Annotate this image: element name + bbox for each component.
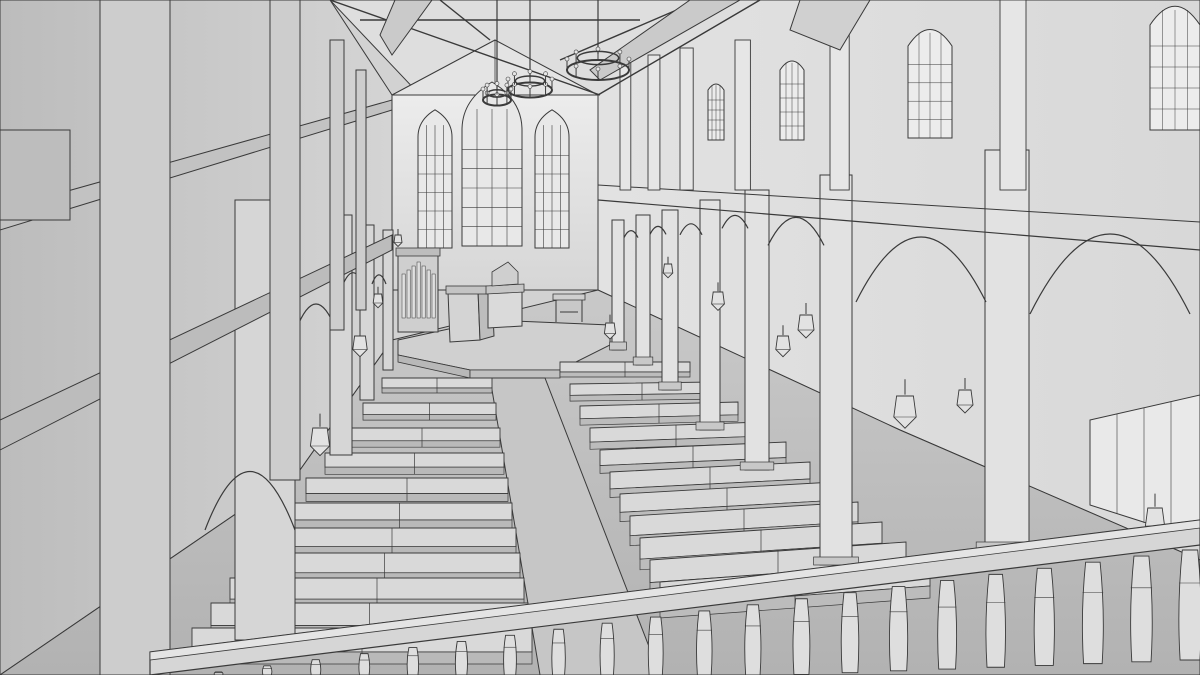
- baluster: [792, 598, 811, 675]
- altar: [485, 261, 525, 329]
- pew: [569, 381, 715, 402]
- clerestory-window: [779, 60, 805, 141]
- organ-pipe: [421, 265, 426, 319]
- column: [699, 199, 721, 431]
- clerestory-window: [1149, 5, 1200, 131]
- pier-block: [0, 129, 71, 221]
- pew: [324, 452, 505, 475]
- pilaster: [999, 0, 1027, 191]
- pew: [362, 402, 497, 421]
- pew: [343, 427, 501, 448]
- baluster: [696, 610, 713, 675]
- baluster: [937, 580, 958, 670]
- pew: [267, 527, 517, 556]
- pilaster: [647, 54, 661, 191]
- organ-pipe: [431, 273, 436, 319]
- baluster: [406, 647, 420, 675]
- pier: [329, 39, 345, 331]
- column-base: [609, 341, 627, 351]
- baluster: [1130, 555, 1153, 663]
- clerestory-window: [907, 29, 953, 139]
- pipe-organ: [395, 247, 441, 333]
- baluster: [310, 659, 322, 675]
- pulpit: [445, 285, 495, 343]
- column-base: [632, 356, 654, 366]
- column-base: [739, 461, 775, 471]
- baluster: [551, 628, 566, 675]
- baluster: [503, 634, 517, 675]
- pilaster: [734, 39, 751, 191]
- pew: [286, 502, 513, 529]
- pier: [355, 69, 367, 311]
- organ-pipe: [401, 273, 406, 319]
- apse-window: [534, 109, 570, 249]
- clerestory-window: [707, 83, 725, 141]
- render-canvas: [0, 0, 1200, 675]
- pilaster: [679, 47, 694, 191]
- column-base: [695, 421, 725, 431]
- pew: [305, 477, 509, 502]
- church-interior-render: [0, 0, 1200, 675]
- baluster: [840, 592, 860, 674]
- baluster: [1178, 549, 1200, 661]
- baluster: [358, 653, 371, 675]
- apse-window: [461, 81, 523, 247]
- baluster: [647, 616, 664, 675]
- organ-pipe: [411, 265, 416, 319]
- baluster: [1033, 567, 1055, 666]
- baluster: [1081, 561, 1104, 665]
- baluster: [889, 586, 909, 672]
- column: [819, 174, 853, 566]
- organ-pipe: [426, 269, 431, 319]
- organ-pipe: [406, 269, 411, 319]
- apse-window: [417, 109, 453, 249]
- baluster: [454, 640, 468, 675]
- baluster: [985, 573, 1006, 668]
- organ-pipe: [416, 261, 421, 319]
- pier: [99, 0, 171, 675]
- pew: [381, 377, 493, 394]
- baluster: [261, 665, 273, 675]
- column: [661, 209, 679, 391]
- column: [744, 189, 770, 471]
- pier: [269, 0, 301, 481]
- baluster: [599, 622, 615, 675]
- baluster: [744, 604, 762, 675]
- column-base: [658, 381, 682, 391]
